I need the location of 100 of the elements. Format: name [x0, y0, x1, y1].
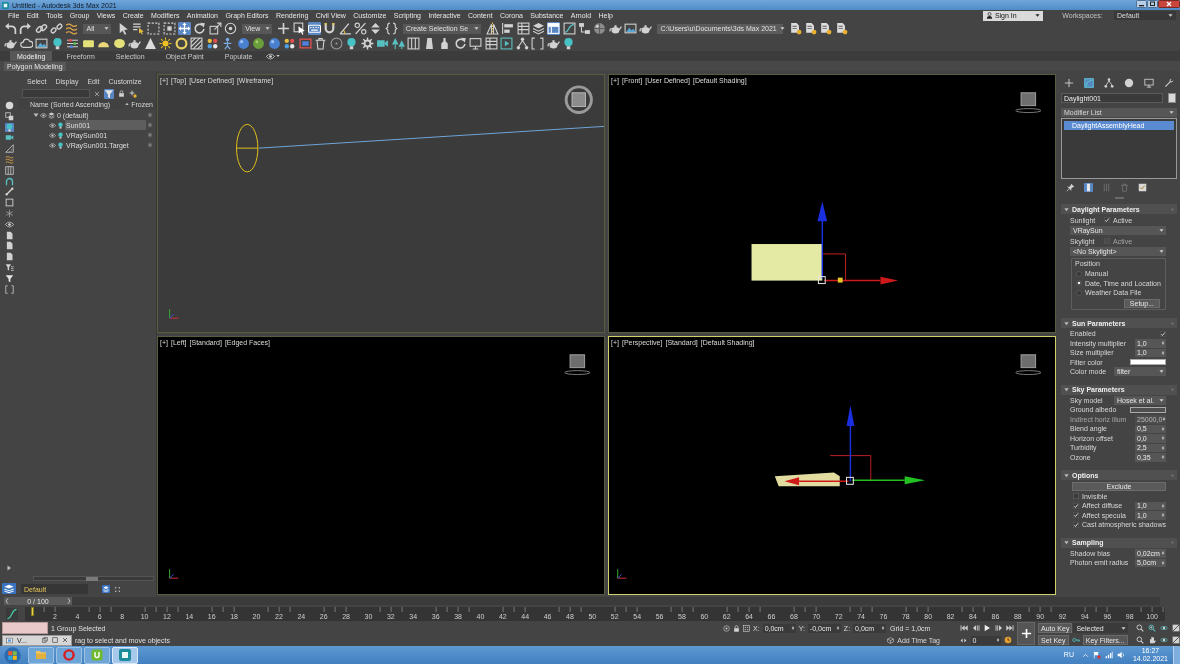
monitor-icon[interactable]	[469, 37, 482, 50]
triangle-icon[interactable]	[1064, 472, 1069, 478]
bottle-icon[interactable]	[438, 37, 451, 50]
disc-icon[interactable]	[1124, 77, 1134, 88]
camera-icon[interactable]	[4, 133, 14, 143]
color-swatch[interactable]	[1130, 359, 1166, 366]
sliders-icon[interactable]	[66, 37, 79, 50]
angle-icon[interactable]	[338, 22, 352, 35]
two-squares-icon[interactable]	[4, 111, 14, 121]
play-icon[interactable]	[983, 624, 991, 632]
split-square-icon[interactable]	[1172, 624, 1180, 632]
bone-icon[interactable]	[4, 187, 14, 197]
curve-icon[interactable]	[6, 607, 18, 620]
picture-icon[interactable]	[35, 37, 48, 50]
redo-arrow-icon[interactable]	[19, 22, 33, 35]
bend-square-icon[interactable]	[1084, 77, 1094, 88]
grip-handle[interactable]	[1114, 197, 1124, 199]
stacked-layers-icon[interactable]	[532, 22, 545, 35]
teapot-icon[interactable]	[4, 37, 17, 50]
dots-icon[interactable]	[205, 37, 219, 50]
ring-icon[interactable]	[174, 37, 188, 50]
folder-document-icon[interactable]	[788, 22, 802, 35]
broken-chain-icon[interactable]	[49, 22, 63, 35]
triangle-icon[interactable]	[6, 565, 12, 571]
taskbar-button[interactable]	[56, 646, 82, 664]
node-tree-icon[interactable]	[1104, 77, 1114, 88]
square-outline-icon[interactable]	[4, 198, 14, 208]
maxscript-field[interactable]	[2, 622, 48, 634]
radio-button[interactable]	[1076, 280, 1082, 287]
triangle-icon[interactable]	[1064, 320, 1069, 326]
cloud-icon[interactable]	[19, 37, 33, 50]
checklist-icon[interactable]	[1138, 183, 1147, 192]
double-arrow-icon[interactable]	[960, 636, 967, 644]
teapot-icon[interactable]	[546, 37, 560, 50]
node-tree-icon[interactable]	[515, 37, 529, 50]
pin-icon[interactable]	[1066, 183, 1075, 192]
skip-forward-icon[interactable]	[1006, 624, 1014, 632]
bulb-icon[interactable]	[345, 37, 358, 50]
sun-icon[interactable]	[159, 37, 172, 50]
eye-icon[interactable]	[49, 121, 56, 129]
folder-document-icon[interactable]	[834, 22, 848, 35]
hand-icon[interactable]	[1148, 636, 1156, 644]
brackets-icon[interactable]	[531, 37, 544, 50]
checkbox[interactable]	[1160, 330, 1166, 337]
chain-link-icon[interactable]	[34, 22, 48, 35]
document-icon[interactable]	[4, 252, 14, 262]
resize-square-icon[interactable]	[208, 22, 222, 35]
split-square-icon[interactable]	[1172, 636, 1180, 644]
dotted-square-icon[interactable]	[743, 624, 750, 632]
snowflake-icon[interactable]	[147, 112, 153, 118]
three-columns-icon[interactable]	[407, 37, 420, 50]
bulb-icon[interactable]	[4, 122, 14, 132]
eye-icon[interactable]	[266, 51, 276, 61]
create-key-button[interactable]	[1017, 622, 1035, 645]
color-swatch[interactable]	[1130, 406, 1166, 413]
nested-square-icon[interactable]	[162, 22, 176, 35]
triangle-icon[interactable]	[33, 112, 39, 118]
maximize-icon[interactable]	[1147, 0, 1158, 8]
teapot-icon[interactable]	[608, 22, 622, 35]
circle-icon[interactable]	[4, 101, 14, 110]
magnifier-plus-icon[interactable]	[1148, 624, 1156, 632]
frame-indicator[interactable]	[31, 606, 34, 616]
rotate-arrow-icon[interactable]	[193, 22, 207, 35]
bulb-icon[interactable]	[50, 37, 64, 50]
radio-button[interactable]	[1076, 270, 1082, 277]
ball-icon[interactable]	[252, 37, 265, 50]
eye-icon[interactable]	[49, 141, 56, 149]
funnel-lines-icon[interactable]	[4, 262, 14, 272]
align-bars-icon[interactable]	[501, 22, 515, 35]
checker-sphere-icon[interactable]	[593, 22, 607, 35]
window-panel-icon[interactable]	[547, 22, 561, 35]
stacked-layers-tile-icon[interactable]	[102, 585, 110, 593]
orbit-icon[interactable]	[1160, 636, 1168, 644]
wavy-lines-icon[interactable]	[65, 22, 79, 35]
snowflake-icon[interactable]	[147, 122, 153, 128]
eye-icon[interactable]	[40, 111, 47, 119]
document-icon[interactable]	[4, 230, 14, 240]
cursor-square-icon[interactable]	[292, 22, 306, 35]
rotate-arrow-icon[interactable]	[453, 37, 467, 50]
view-cube-icon[interactable]	[1015, 92, 1042, 114]
lock-icon[interactable]	[733, 624, 740, 632]
eye-icon[interactable]	[4, 219, 14, 229]
flag-icon[interactable]	[1092, 651, 1101, 659]
eye-icon[interactable]	[49, 131, 56, 139]
trees-icon[interactable]	[391, 37, 405, 50]
picture-icon[interactable]	[623, 22, 637, 35]
funnel-icon[interactable]	[104, 88, 114, 99]
hatched-square-icon[interactable]	[190, 37, 203, 50]
overlapping-squares-icon[interactable]	[42, 637, 48, 643]
color-swatch[interactable]	[1168, 93, 1176, 103]
checkbox[interactable]	[1073, 521, 1079, 528]
folder-document-icon[interactable]	[819, 22, 833, 35]
plus-cross-icon[interactable]	[277, 22, 291, 35]
plus-icon[interactable]	[129, 89, 137, 98]
close-icon[interactable]	[62, 637, 68, 643]
snowflake-icon[interactable]	[147, 142, 153, 148]
arch-icon[interactable]	[4, 176, 14, 186]
undo-arrow-icon[interactable]	[4, 22, 17, 35]
three-columns-icon[interactable]	[4, 165, 14, 175]
close-icon[interactable]	[1158, 0, 1180, 8]
